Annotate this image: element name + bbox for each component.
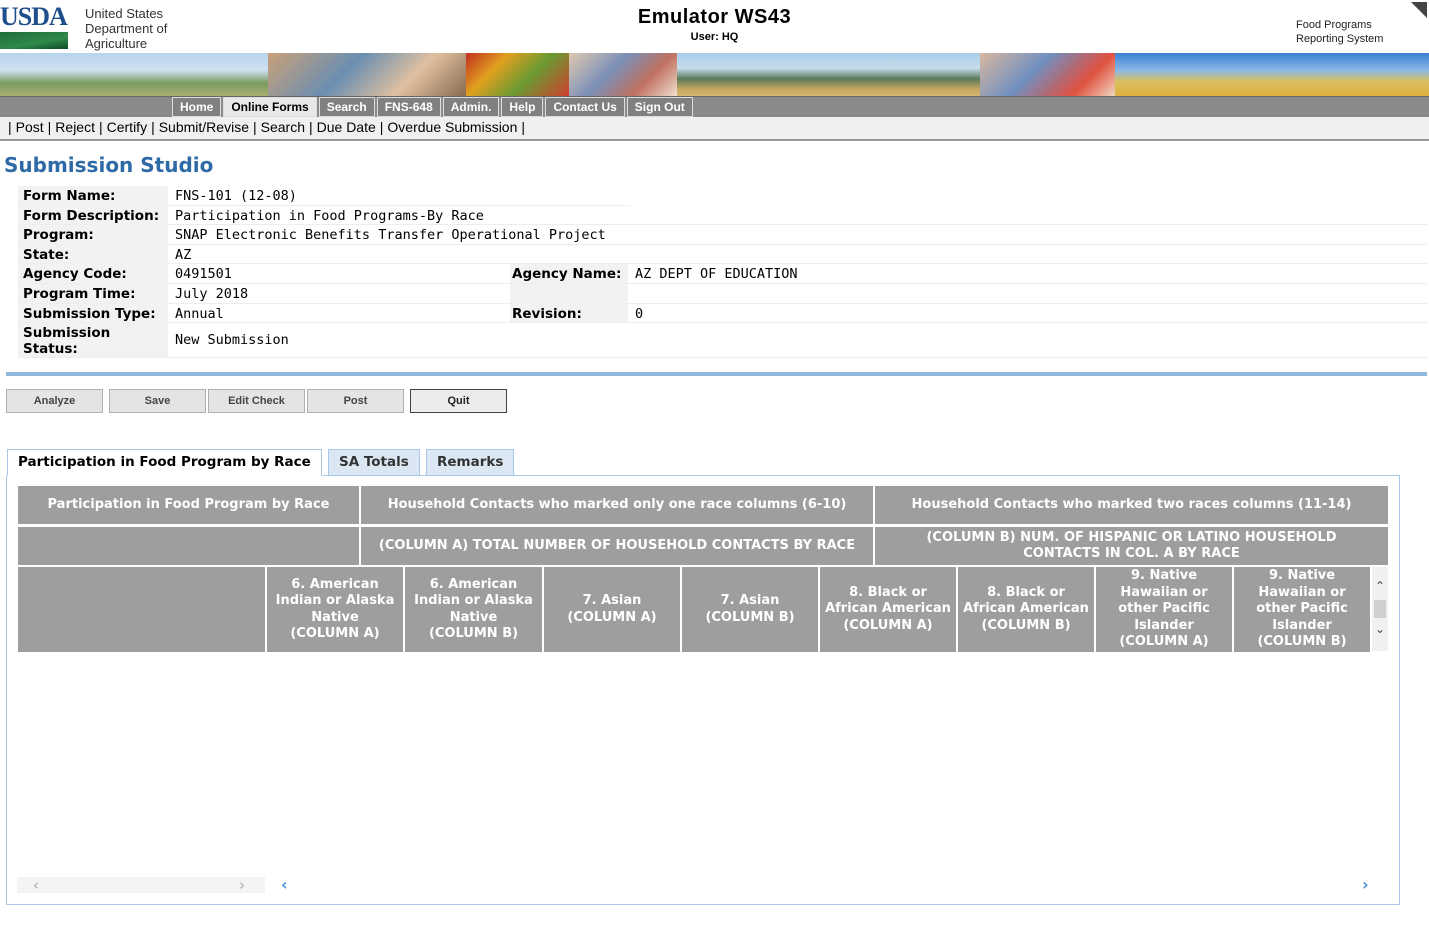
app-header: USDA United States Department of Agricul… <box>0 0 1429 53</box>
frozen-horizontal-scrollbar[interactable]: ‹ › <box>17 876 265 894</box>
info-row-program: Program: SNAP Electronic Benefits Transf… <box>18 225 1428 245</box>
app-title: Emulator WS43 <box>637 6 792 28</box>
page-title: Submission Studio <box>4 153 214 177</box>
edit-check-button[interactable]: Edit Check <box>208 389 305 413</box>
user-label: User: HQ <box>690 31 739 43</box>
corner-triangle-icon <box>1411 2 1427 18</box>
grid-subheader-column-b: (COLUMN B) NUM. OF HISPANIC OR LATINO HO… <box>875 527 1388 565</box>
nav-admin[interactable]: Admin. <box>442 97 500 117</box>
info-row-form-description: Form Description: Participation in Food … <box>18 205 1428 226</box>
analyze-button[interactable]: Analyze <box>6 389 103 413</box>
info-row-submission-status: Submission Status: New Submission <box>18 323 1428 359</box>
grid-subheader-blank <box>18 527 360 565</box>
grid-group-two-races: Household Contacts who marked two races … <box>875 486 1388 524</box>
nav-search[interactable]: Search <box>318 97 375 117</box>
photo-banner <box>0 53 1429 96</box>
grid-subheader-column-a: (COLUMN A) TOTAL NUMBER OF HOUSEHOLD CON… <box>361 527 874 565</box>
grid-column-header[interactable]: 6. American Indian or Alaska Native (COLUMN… <box>405 567 543 652</box>
subnav-certify[interactable]: Certify <box>107 119 147 135</box>
grid-column-header[interactable]: 6. American Indian or Alaska Native (COLUMN… <box>267 567 404 652</box>
submission-info: Form Name: FNS-101 (12-08) Form Descript… <box>18 186 1428 359</box>
subnav-post[interactable]: Post <box>16 119 44 135</box>
grid-group-one-race: Household Contacts who marked only one r… <box>361 486 874 524</box>
chevron-right-icon[interactable]: › <box>1362 875 1369 894</box>
subnav-submit-revise[interactable]: Submit/Revise <box>159 119 249 135</box>
subnav-search[interactable]: Search <box>261 119 305 135</box>
nav-help[interactable]: Help <box>501 97 544 117</box>
grid-row-header-blank <box>18 567 266 652</box>
subnav-due-date[interactable]: Due Date <box>317 119 376 135</box>
sub-nav: | Post | Reject | Certify | Submit/Revise | Searc… <box>0 117 1429 141</box>
system-name: Food Programs Reporting System <box>1296 19 1384 45</box>
header-vertical-scrollbar[interactable]: ⌃ ⌄ <box>1372 567 1388 651</box>
info-row-submission-type: Submission Type: Annual Revision: 0 <box>18 303 1428 324</box>
chevron-left-icon[interactable]: ‹ <box>33 876 39 894</box>
chevron-left-icon[interactable]: ‹ <box>281 875 288 894</box>
grid-column-header[interactable]: 7. Asian (COLUMN A) <box>544 567 681 652</box>
grid-column-header[interactable]: 9. Native Hawaiian or other Pacific Islande… <box>1096 567 1233 652</box>
subnav-overdue-submission[interactable]: Overdue Submission <box>387 119 517 135</box>
nav-contact-us[interactable]: Contact Us <box>545 97 625 117</box>
info-row-agency: Agency Code: 0491501 Agency Name: AZ DEP… <box>18 264 1428 284</box>
main-nav: Home Online Forms Search FNS-648 Admin. … <box>0 96 1429 117</box>
grid-column-header[interactable]: 8. Black or African American (COLUMN B) <box>958 567 1095 652</box>
chevron-right-icon[interactable]: › <box>239 876 245 894</box>
info-row-program-time: Program Time: July 2018 <box>18 283 1428 304</box>
subnav-reject[interactable]: Reject <box>55 119 95 135</box>
post-button[interactable]: Post <box>307 389 404 413</box>
info-row-state: State: AZ <box>18 244 1428 265</box>
quit-button[interactable]: Quit <box>410 389 507 413</box>
grid-title-header: Participation in Food Program by Race <box>18 486 360 524</box>
grid-column-header[interactable]: 7. Asian (COLUMN B) <box>682 567 819 652</box>
save-button[interactable]: Save <box>109 389 206 413</box>
chevron-up-icon[interactable]: ⌃ <box>1373 579 1387 595</box>
grid-column-header[interactable]: 8. Black or African American (COLUMN A) <box>820 567 957 652</box>
scrollbar-thumb[interactable] <box>1374 600 1386 618</box>
tab-sa-totals[interactable]: SA Totals <box>328 449 420 476</box>
chevron-down-icon[interactable]: ⌄ <box>1373 622 1387 638</box>
tab-participation-by-race[interactable]: Participation in Food Program by Race <box>7 449 322 476</box>
nav-home[interactable]: Home <box>172 97 222 117</box>
nav-online-forms[interactable]: Online Forms <box>223 97 317 117</box>
divider <box>6 372 1427 376</box>
grid-column-header[interactable]: 9. Native Hawaiian or other Pacific Islande… <box>1234 567 1371 652</box>
nav-fns-648[interactable]: FNS-648 <box>376 97 441 117</box>
tab-remarks[interactable]: Remarks <box>426 449 515 476</box>
info-row-form-name: Form Name: FNS-101 (12-08) <box>18 186 630 206</box>
nav-sign-out[interactable]: Sign Out <box>626 97 693 117</box>
